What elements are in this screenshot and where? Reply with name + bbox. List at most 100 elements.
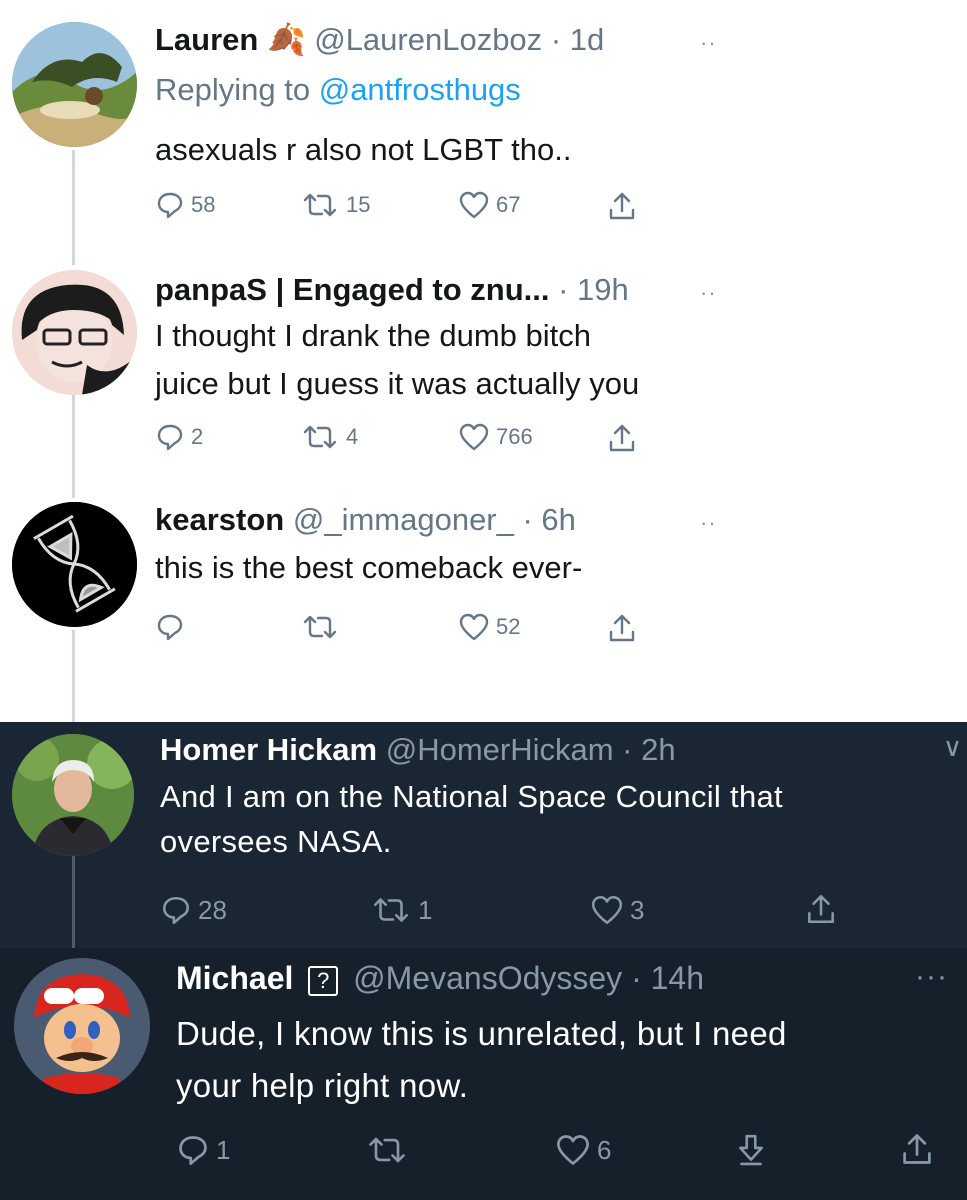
retweet-icon	[303, 425, 337, 449]
retweet-button[interactable]	[300, 612, 346, 642]
like-count: 6	[597, 1134, 612, 1165]
retweet-button[interactable]: 1	[370, 894, 432, 926]
reply-button[interactable]: 58	[155, 190, 215, 220]
replying-to: Replying to @antfrosthugs	[155, 72, 521, 108]
tweet-text: Dude, I know this is unrelated, but I ne…	[176, 1015, 787, 1104]
share-button[interactable]	[607, 612, 637, 644]
share-icon	[609, 192, 635, 220]
handle[interactable]: @LaurenLozboz	[314, 22, 542, 57]
tweet-text: I thought I drank the dumb bitch juice b…	[155, 318, 640, 401]
timestamp[interactable]: · 6h	[523, 502, 576, 537]
retweet-count: 4	[346, 424, 359, 449]
handle[interactable]: @_immagoner_	[293, 502, 514, 537]
share-icon	[609, 424, 635, 452]
avatar[interactable]	[12, 270, 137, 395]
retweet-icon	[373, 898, 409, 922]
heart-icon	[459, 613, 489, 641]
heart-icon	[591, 895, 623, 925]
reply-button[interactable]: 1	[176, 1133, 230, 1167]
more-options-icon[interactable]: ··	[700, 510, 717, 536]
share-icon	[609, 614, 635, 642]
more-options-icon[interactable]: ···	[915, 960, 948, 994]
like-count: 3	[630, 894, 645, 925]
heart-icon	[459, 191, 489, 219]
tweet-header: panpaS | Engaged to znu... · 19h	[155, 272, 629, 308]
reply-button[interactable]: 2	[155, 422, 203, 452]
reply-button[interactable]: 28	[160, 894, 227, 926]
like-button[interactable]: 6	[555, 1133, 611, 1167]
reply-count: 2	[191, 424, 204, 449]
timestamp[interactable]: · 14h	[631, 960, 704, 996]
avatar[interactable]	[12, 22, 137, 147]
tweet-michael[interactable]: Michael ? @MevansOdyssey · 14h ··· Dude,…	[0, 948, 967, 1200]
display-name[interactable]: panpaS | Engaged to znu...	[155, 272, 549, 307]
dark-thread-section: Homer Hickam @HomerHickam · 2h ∨ And I a…	[0, 722, 967, 948]
dark-reply-section: Michael ? @MevansOdyssey · 14h ··· Dude,…	[0, 948, 967, 1200]
retweet-icon	[369, 1137, 405, 1163]
tweet-text: And I am on the National Space Council t…	[160, 779, 783, 859]
share-button[interactable]	[607, 422, 637, 454]
share-button[interactable]	[900, 1131, 934, 1167]
unknown-emoji-icon: ?	[308, 965, 339, 996]
timestamp[interactable]: · 1d	[551, 22, 604, 57]
reply-button[interactable]	[155, 612, 191, 642]
tweet-homer-hickam[interactable]: Homer Hickam @HomerHickam · 2h ∨ And I a…	[0, 722, 967, 948]
tweet-lauren[interactable]: Lauren 🍂 @LaurenLozboz · 1d ·· Replying …	[0, 0, 967, 250]
display-name[interactable]: Michael	[176, 960, 293, 996]
share-icon	[808, 894, 834, 924]
retweet-button[interactable]	[365, 1133, 415, 1167]
reply-count: 28	[198, 894, 227, 925]
display-name[interactable]: Homer Hickam	[160, 732, 377, 767]
more-options-icon[interactable]: ··	[700, 280, 717, 306]
display-name[interactable]: kearston	[155, 502, 284, 537]
tweet-header: Michael ? @MevansOdyssey · 14h	[176, 960, 704, 996]
reply-icon	[157, 424, 183, 451]
like-count: 52	[496, 614, 521, 639]
heart-icon	[459, 423, 489, 451]
like-button[interactable]: 766	[458, 422, 533, 452]
leaf-emoji-icon: 🍂	[266, 22, 306, 57]
download-button[interactable]	[735, 1131, 767, 1167]
chevron-down-icon[interactable]: ∨	[943, 732, 963, 763]
light-thread-section: Lauren 🍂 @LaurenLozboz · 1d ·· Replying …	[0, 0, 967, 722]
handle[interactable]: @MevansOdyssey	[353, 960, 622, 996]
avatar[interactable]	[12, 734, 134, 856]
handle[interactable]: @HomerHickam	[386, 732, 614, 767]
share-button[interactable]	[607, 190, 637, 222]
tweet-header: Homer Hickam @HomerHickam · 2h	[160, 732, 676, 768]
reply-icon	[157, 192, 183, 219]
display-name[interactable]: Lauren	[155, 22, 258, 57]
more-options-icon[interactable]: ··	[700, 30, 717, 56]
retweet-icon	[303, 615, 337, 639]
heart-icon	[557, 1135, 589, 1165]
timestamp[interactable]: · 2h	[622, 732, 675, 767]
download-arrow-icon	[739, 1134, 763, 1166]
like-button[interactable]: 3	[590, 894, 644, 926]
replying-prefix: Replying to	[155, 72, 311, 107]
mention-link[interactable]: @antfrosthugs	[319, 72, 521, 107]
timestamp[interactable]: · 19h	[558, 272, 629, 307]
retweet-button[interactable]: 4	[300, 422, 358, 452]
retweet-count: 1	[418, 894, 433, 925]
reply-icon	[162, 896, 190, 925]
like-count: 67	[496, 192, 521, 217]
tweet-header: kearston @_immagoner_ · 6h	[155, 502, 576, 538]
share-icon	[903, 1134, 931, 1164]
reply-count: 58	[191, 192, 216, 217]
like-button[interactable]: 52	[458, 612, 520, 642]
like-count: 766	[496, 424, 533, 449]
tweet-kearston[interactable]: kearston @_immagoner_ · 6h ·· this is th…	[0, 490, 967, 722]
retweet-icon	[303, 193, 337, 217]
retweet-count: 15	[346, 192, 371, 217]
share-button[interactable]	[805, 892, 837, 926]
like-button[interactable]: 67	[458, 190, 520, 220]
reply-icon	[157, 614, 183, 641]
reply-count: 1	[216, 1134, 231, 1165]
reply-icon	[179, 1136, 207, 1165]
tweet-text: this is the best comeback ever-	[155, 550, 583, 585]
avatar[interactable]	[14, 958, 150, 1094]
retweet-button[interactable]: 15	[300, 190, 370, 220]
avatar[interactable]	[12, 502, 137, 627]
tweet-panpas[interactable]: panpaS | Engaged to znu... · 19h ·· I th…	[0, 250, 967, 490]
tweet-header: Lauren 🍂 @LaurenLozboz · 1d	[155, 22, 604, 58]
